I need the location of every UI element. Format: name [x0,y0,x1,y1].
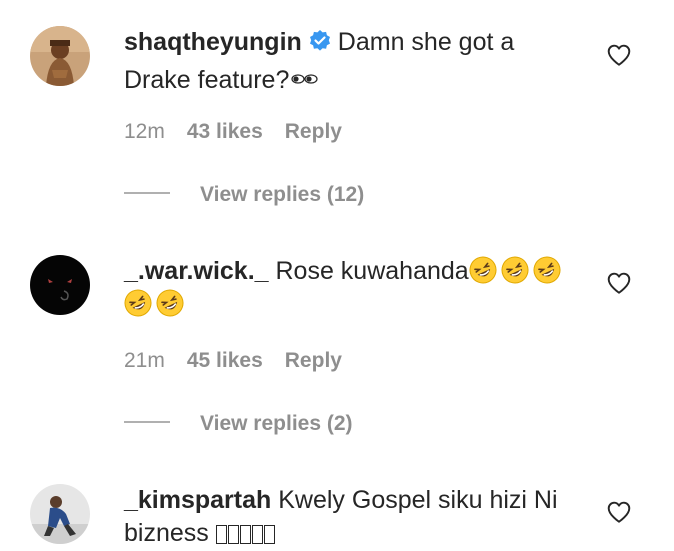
comment-body: _kimspartah Kwely Gospel siku hizi Ni bi… [124,484,584,550]
comment-username[interactable]: shaqtheyungin [124,28,302,56]
reply-button[interactable]: Reply [285,120,342,143]
comment-time: 12m [124,120,165,143]
avatar[interactable] [30,255,90,315]
divider-line [124,192,170,194]
rofl-emoji [533,256,561,284]
comment-text: Rose kuwahanda [275,257,469,285]
divider-line [124,421,170,423]
comment-body: _.war.wick._ Rose kuwahanda [124,255,584,321]
comment-meta: 12m 43 likes Reply [124,119,342,145]
rofl-emoji [469,256,497,284]
rofl-emoji [124,289,152,317]
heart-outline-icon[interactable] [606,499,632,525]
missing-glyph [227,525,239,544]
view-replies-button[interactable]: View replies (2) [200,412,353,435]
rofl-emoji [156,289,184,317]
missing-glyph [263,525,275,544]
comment-username[interactable]: _kimspartah [124,486,271,514]
verified-badge-icon [308,29,332,62]
view-replies[interactable]: View replies (2) [124,411,353,437]
comment-likes[interactable]: 43 likes [187,120,263,143]
rofl-emoji [501,256,529,284]
comment-likes[interactable]: 45 likes [187,349,263,372]
comment-meta: 21m 45 likes Reply [124,348,342,374]
view-replies[interactable]: View replies (12) [124,182,364,208]
missing-glyph [215,525,227,544]
view-replies-button[interactable]: View replies (12) [200,183,364,206]
missing-glyph [251,525,263,544]
avatar[interactable] [30,484,90,544]
eyes-emoji [291,62,319,95]
comment-body: shaqtheyungin Damn she got a Drake featur… [124,26,584,97]
comment-username[interactable]: _.war.wick._ [124,257,269,285]
heart-outline-icon[interactable] [606,42,632,68]
comment-time: 21m [124,349,165,372]
avatar[interactable] [30,26,90,86]
missing-glyph [239,525,251,544]
heart-outline-icon[interactable] [606,270,632,296]
reply-button[interactable]: Reply [285,349,342,372]
